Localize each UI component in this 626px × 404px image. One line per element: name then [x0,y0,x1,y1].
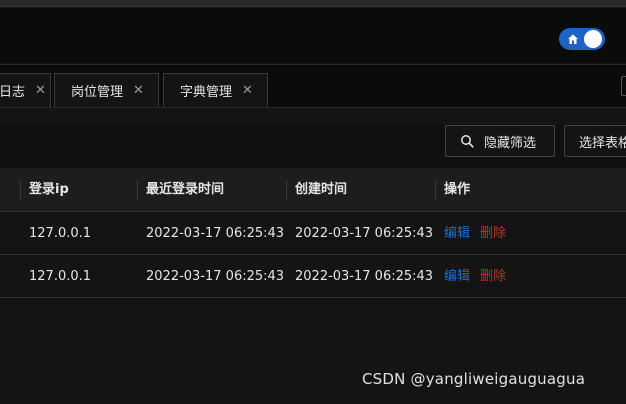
tabs-more-button[interactable] [621,76,626,96]
cell-last-login: 2022-03-17 06:25:43 [146,226,285,241]
edit-link[interactable]: 编辑 [444,269,470,284]
tab-label: 日志 [0,85,26,100]
table-row: 127.0.0.1 2022-03-17 06:25:43 2022-03-17… [0,212,626,255]
tab-label: 字典管理 [180,85,233,100]
top-strip [0,0,626,7]
close-icon[interactable]: ✕ [35,83,46,98]
house-icon [568,34,578,44]
cell-login-ip: 127.0.0.1 [29,226,92,241]
delete-link[interactable]: 删除 [480,226,506,241]
table-header: 登录ip 最近登录时间 创建时间 操作 [0,168,626,212]
column-divider [137,180,138,200]
theme-toggle[interactable] [559,28,605,50]
column-divider [435,180,436,200]
close-icon[interactable]: ✕ [242,83,253,98]
column-divider [20,180,21,200]
select-columns-label: 选择表格 [579,135,626,151]
search-icon [461,135,474,148]
edit-link[interactable]: 编辑 [444,226,470,241]
delete-link[interactable]: 删除 [480,269,506,284]
table-row: 127.0.0.1 2022-03-17 06:25:43 2022-03-17… [0,255,626,298]
hide-filter-button[interactable]: 隐藏筛选 [445,125,555,157]
column-header-created[interactable]: 创建时间 [295,168,347,211]
page: 日志 ✕ 岗位管理 ✕ 字典管理 ✕ 隐藏筛选 选择表格 登录ip 最近登录时间 [0,0,626,404]
cell-login-ip: 127.0.0.1 [29,269,92,284]
cell-actions: 编辑 删除 [444,255,506,298]
cell-created: 2022-03-17 06:25:43 [295,269,434,284]
column-header-actions: 操作 [444,182,471,197]
column-divider [286,180,287,200]
close-icon[interactable]: ✕ [133,83,144,98]
tab-log[interactable]: 日志 ✕ [0,73,51,107]
cell-actions: 编辑 删除 [444,212,506,255]
tab-label: 岗位管理 [71,85,124,100]
watermark: CSDN @yangliweigauguagua [362,370,586,388]
header-bar [0,8,626,63]
select-columns-button[interactable]: 选择表格 [564,125,626,157]
cell-created: 2022-03-17 06:25:43 [295,226,434,241]
cell-last-login: 2022-03-17 06:25:43 [146,269,285,284]
column-header-login-ip[interactable]: 登录ip [29,168,69,211]
hide-filter-label: 隐藏筛选 [484,135,537,151]
column-header-last-login[interactable]: 最近登录时间 [146,168,224,211]
tab-dictionary-management[interactable]: 字典管理 ✕ [163,73,268,107]
tab-post-management[interactable]: 岗位管理 ✕ [54,73,159,107]
tabs-bar: 日志 ✕ 岗位管理 ✕ 字典管理 ✕ [0,64,626,108]
toggle-knob [584,30,602,48]
